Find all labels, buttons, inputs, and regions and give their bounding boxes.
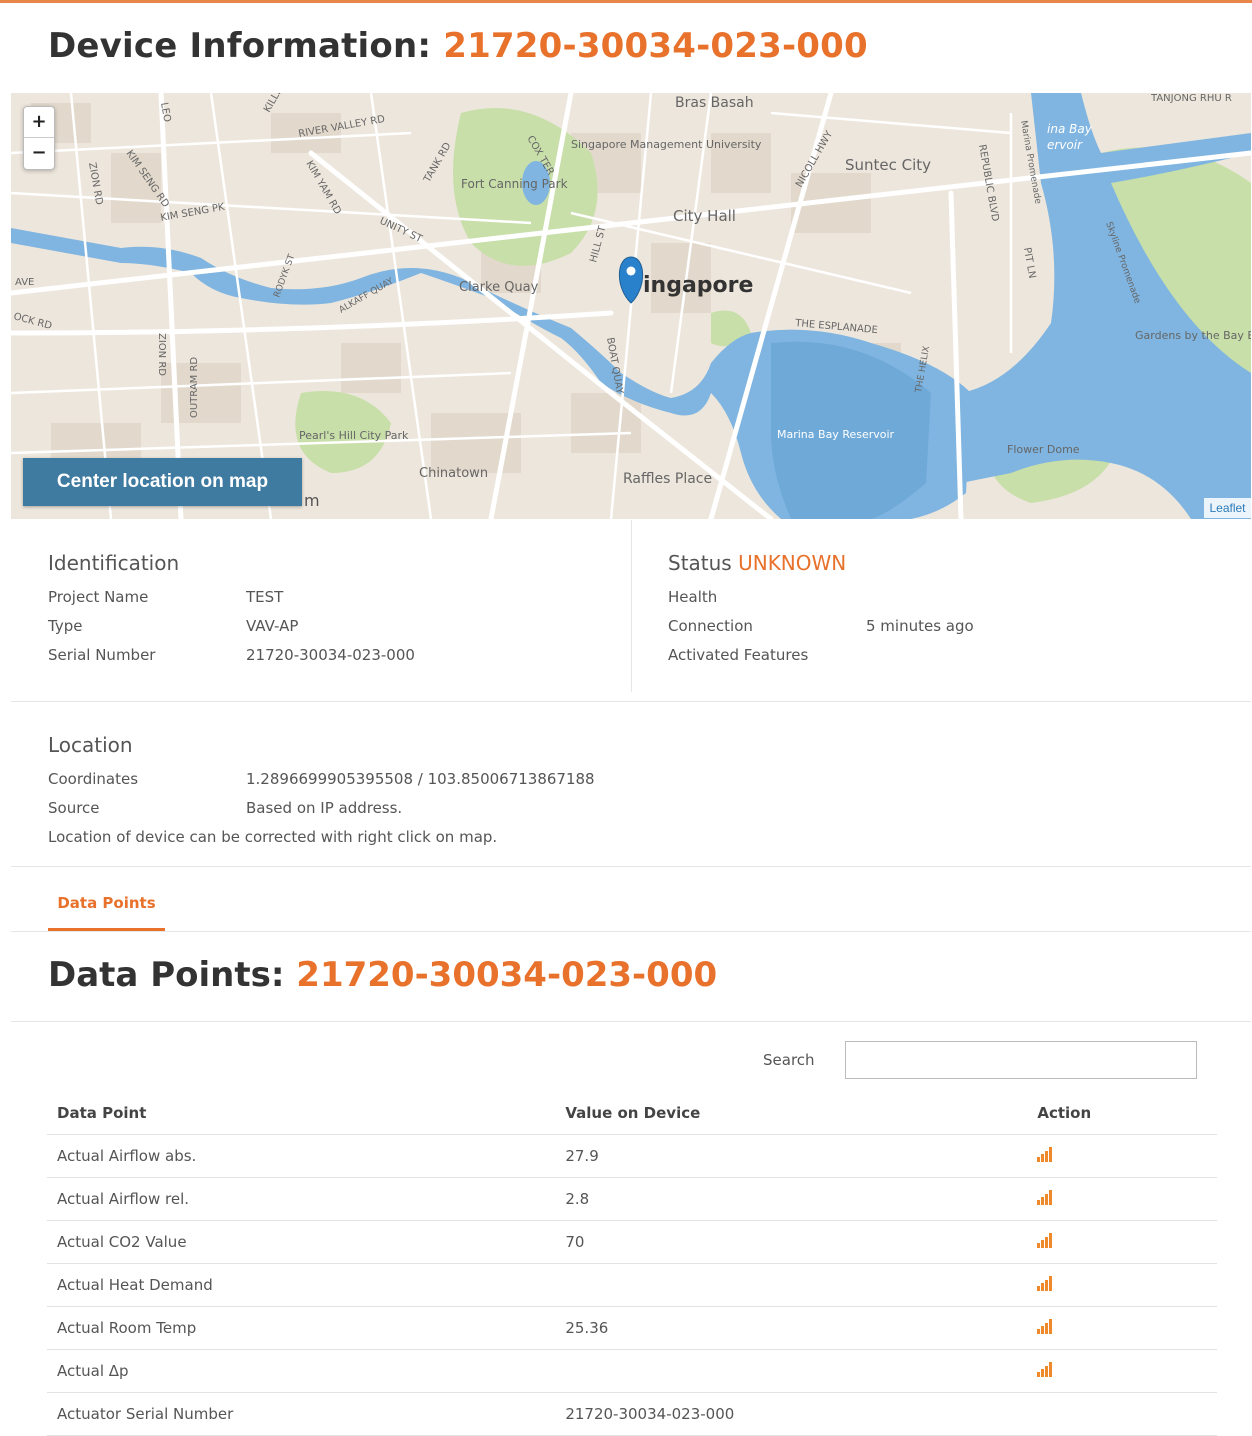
map-label-gardens: Gardens by the Bay East (1135, 329, 1251, 342)
coordinates-label: Coordinates (48, 770, 139, 788)
activated-features-label: Activated Features (668, 646, 809, 664)
divider (11, 701, 1251, 702)
divider (11, 866, 1251, 867)
map-label-singapore: ingapore (643, 273, 753, 298)
serial-number-value: 21720-30034-023-000 (246, 646, 415, 664)
table-row: Actual Airflow rel. 2.8 (47, 1177, 1217, 1221)
data-point-name: Actual Δp (47, 1349, 556, 1393)
center-location-button[interactable]: Center location on map (23, 458, 302, 506)
data-point-action (1031, 1306, 1217, 1350)
search-input[interactable] (845, 1041, 1197, 1079)
chart-icon[interactable] (1037, 1189, 1055, 1205)
map-label-bras-basah: Bras Basah (675, 95, 754, 111)
map-label-marina-bay: Marina Bay Reservoir (777, 428, 895, 441)
panel-divider (631, 520, 632, 692)
map-label-smu: Singapore Management University (571, 138, 762, 151)
chart-icon[interactable] (1037, 1318, 1055, 1334)
map-label-city-hall: City Hall (673, 207, 736, 225)
chart-icon[interactable] (1037, 1361, 1055, 1377)
map-label-clarke-quay: Clarke Quay (459, 280, 539, 295)
zoom-in-button[interactable]: + (24, 107, 54, 137)
location-heading: Location (48, 733, 133, 757)
map-label-zion-rd-2: ZION RD (156, 333, 167, 376)
data-point-action (1031, 1263, 1217, 1307)
data-point-value (555, 1349, 1032, 1393)
status-heading: Status UNKNOWN (668, 551, 847, 575)
column-header-data-point[interactable]: Data Point (47, 1092, 556, 1135)
project-name-value: TEST (246, 588, 284, 606)
data-point-name: Actual Airflow rel. (47, 1177, 556, 1221)
connection-value: 5 minutes ago (866, 617, 974, 635)
map-label-reservoir-north: ervoir (1047, 138, 1083, 152)
status-badge: UNKNOWN (738, 551, 847, 575)
data-point-name: Actual Heat Demand (47, 1263, 556, 1307)
tab-bar-divider (11, 931, 1251, 932)
map-label-outram: OUTRAM RD (189, 357, 200, 418)
connection-label: Connection (668, 617, 753, 635)
column-header-action[interactable]: Action (1031, 1092, 1217, 1135)
map[interactable]: Bras Basah TANJONG RHU R RIVER VALLEY RD… (11, 93, 1251, 519)
table-row: Actual Airflow abs. 27.9 (47, 1134, 1217, 1178)
table-row: Actual Δp (47, 1349, 1217, 1393)
table-row: Actual Heat Demand (47, 1263, 1217, 1307)
type-label: Type (48, 617, 83, 635)
data-point-name: Actual Room Temp (47, 1306, 556, 1350)
device-id: 21720-30034-023-000 (443, 26, 868, 66)
data-point-action (1031, 1134, 1217, 1178)
data-points-table: Data Point Value on Device Action Actual… (47, 1092, 1217, 1436)
column-header-value[interactable]: Value on Device (555, 1092, 1032, 1135)
tab-data-points[interactable]: Data Points (48, 887, 165, 931)
data-point-name: Actuator Serial Number (47, 1392, 556, 1436)
map-label-pearls-hill: Pearl's Hill City Park (299, 429, 409, 442)
health-label: Health (668, 588, 718, 606)
data-point-action (1031, 1177, 1217, 1221)
map-label-tanjong: TANJONG RHU R (1150, 93, 1232, 104)
table-row: Actuator Serial Number 21720-30034-023-00… (47, 1392, 1217, 1436)
map-tiles: Bras Basah TANJONG RHU R RIVER VALLEY RD… (11, 93, 1251, 519)
map-label-fragment: m (304, 491, 320, 510)
source-label: Source (48, 799, 100, 817)
type-value: VAV-AP (246, 617, 299, 635)
coordinates-value: 1.2896699905395508 / 103.85006713867188 (246, 770, 595, 788)
data-points-device-id: 21720-30034-023-000 (296, 955, 718, 995)
data-point-value (555, 1263, 1032, 1307)
page-title: Device Information: 21720-30034-023-000 (48, 26, 868, 66)
data-point-name: Actual CO2 Value (47, 1220, 556, 1264)
divider (11, 1021, 1251, 1022)
data-point-value: 70 (555, 1220, 1032, 1264)
serial-number-label: Serial Number (48, 646, 156, 664)
map-label-flower-dome: Flower Dome (1007, 443, 1080, 456)
zoom-out-button[interactable]: − (24, 137, 54, 168)
location-note: Location of device can be corrected with… (48, 828, 498, 846)
data-points-title: Data Points: 21720-30034-023-000 (48, 955, 718, 995)
map-label-fort-canning: Fort Canning Park (461, 177, 568, 191)
chart-icon[interactable] (1037, 1146, 1055, 1162)
data-point-value: 21720-30034-023-000 (555, 1392, 1032, 1436)
table-row: Actual CO2 Value 70 (47, 1220, 1217, 1264)
leaflet-attribution-link[interactable]: Leaflet (1204, 498, 1251, 518)
chart-icon[interactable] (1037, 1232, 1055, 1248)
data-point-action (1031, 1220, 1217, 1264)
table-body: Actual Airflow abs. 27.9 Actual Airflow re… (47, 1134, 1217, 1436)
table-row: Actual Room Temp 25.36 (47, 1306, 1217, 1350)
data-point-action (1031, 1349, 1217, 1393)
map-label-ave: AVE (15, 277, 34, 288)
map-label-marina-bay-north: ina Bay (1047, 122, 1093, 136)
data-point-value: 25.36 (555, 1306, 1032, 1350)
identification-heading: Identification (48, 551, 180, 575)
table-header-row: Data Point Value on Device Action (47, 1092, 1217, 1135)
source-value: Based on IP address. (246, 799, 403, 817)
map-label-chinatown: Chinatown (419, 466, 488, 481)
zoom-control: + − (23, 106, 55, 170)
search-label: Search (763, 1051, 815, 1069)
project-name-label: Project Name (48, 588, 149, 606)
map-label-suntec: Suntec City (845, 156, 931, 174)
top-accent-line (0, 0, 1252, 3)
data-point-value: 27.9 (555, 1134, 1032, 1178)
data-point-value: 2.8 (555, 1177, 1032, 1221)
data-point-name: Actual Airflow abs. (47, 1134, 556, 1178)
chart-icon[interactable] (1037, 1275, 1055, 1291)
map-label-raffles: Raffles Place (623, 471, 712, 487)
data-point-action (1031, 1392, 1217, 1436)
